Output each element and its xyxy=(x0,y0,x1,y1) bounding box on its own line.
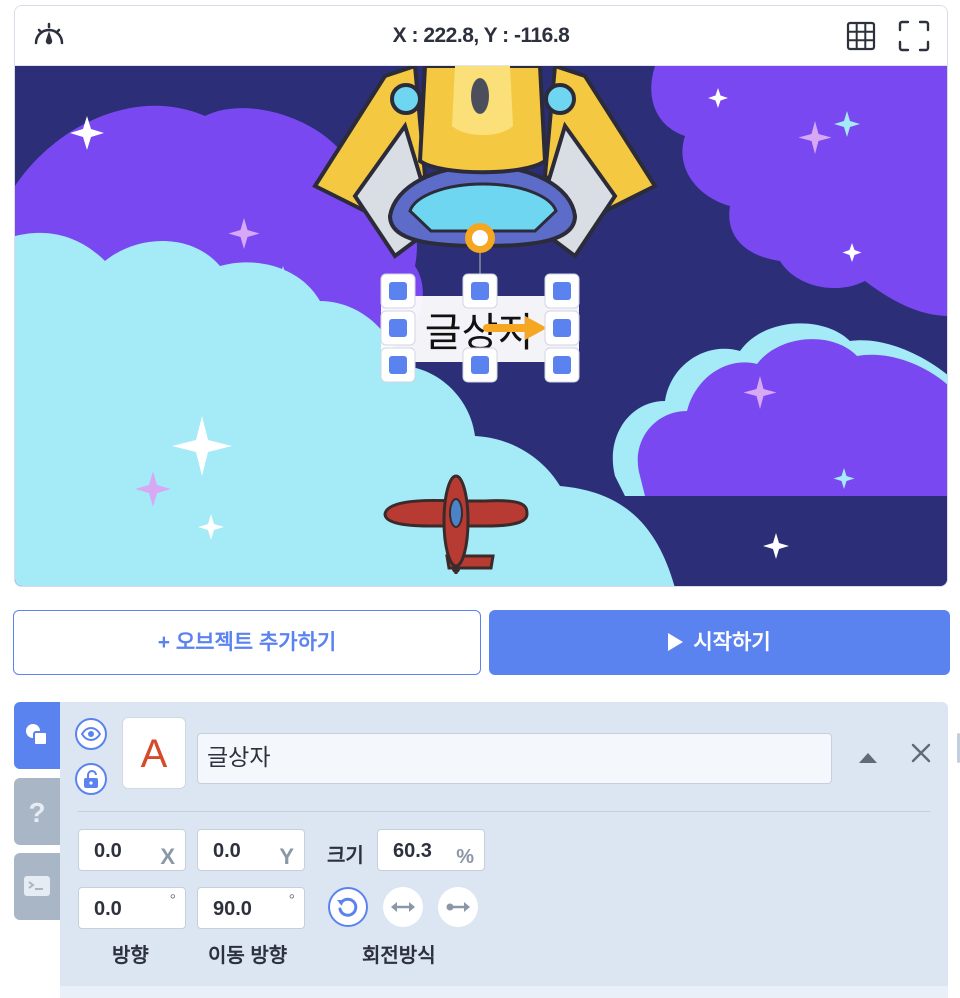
svg-text:?: ? xyxy=(28,797,45,827)
direction-degree: ° xyxy=(169,892,176,909)
tab-console[interactable] xyxy=(14,853,60,920)
rotate-icon xyxy=(337,897,358,917)
caret-up-icon[interactable] xyxy=(856,748,880,768)
visibility-toggle[interactable] xyxy=(75,718,107,750)
rotate-horizontal-button[interactable] xyxy=(383,887,423,927)
stage-canvas[interactable]: 글상자 xyxy=(15,66,947,586)
x-position-value: 0.0 xyxy=(94,840,122,862)
rotate-free-button[interactable] xyxy=(328,887,368,927)
start-button[interactable]: 시작하기 xyxy=(489,610,950,675)
horizontal-flip-icon xyxy=(391,902,415,912)
y-position-value: 0.0 xyxy=(213,840,241,862)
fullscreen-icon[interactable] xyxy=(897,19,931,53)
y-unit: Y xyxy=(279,844,294,869)
terminal-icon xyxy=(24,876,50,896)
pointer-coordinates: X : 222.8, Y : -116.8 xyxy=(392,24,570,47)
divider xyxy=(78,811,930,812)
stage-header: X : 222.8, Y : -116.8 xyxy=(15,6,947,66)
play-icon xyxy=(668,633,684,651)
question-icon: ? xyxy=(28,797,45,827)
tab-help[interactable]: ? xyxy=(14,778,60,845)
shapes-icon xyxy=(26,724,48,746)
direction-field[interactable]: 0.0 ° xyxy=(78,887,186,929)
lock-toggle[interactable] xyxy=(75,763,107,795)
rotation-mode-label: 회전방식 xyxy=(362,945,436,967)
no-rotate-icon xyxy=(446,902,470,912)
move-direction-field[interactable]: 90.0 ° xyxy=(197,887,305,929)
eye-icon xyxy=(81,726,101,742)
start-button-label: 시작하기 xyxy=(693,631,771,654)
size-label: 크기 xyxy=(327,845,364,867)
object-thumbnail: A xyxy=(122,717,186,789)
grid-icon[interactable] xyxy=(845,20,877,52)
direction-label: 방향 xyxy=(112,945,149,967)
size-unit: % xyxy=(456,846,474,868)
x-position-field[interactable]: 0.0 X xyxy=(78,829,186,871)
size-value: 60.3 xyxy=(393,840,432,862)
thumbnail-letter: A xyxy=(140,732,168,776)
y-position-field[interactable]: 0.0 Y xyxy=(197,829,305,871)
stage-frame: X : 222.8, Y : -116.8 글상자 xyxy=(14,5,948,587)
rotate-none-button[interactable] xyxy=(438,887,478,927)
tab-object[interactable] xyxy=(14,702,60,769)
move-direction-value: 90.0 xyxy=(213,898,252,920)
move-direction-degree: ° xyxy=(288,892,295,909)
add-object-button[interactable]: + 오브젝트 추가하기 xyxy=(13,610,481,675)
panel-bottom-strip xyxy=(60,986,948,998)
x-unit: X xyxy=(160,844,175,869)
close-icon[interactable] xyxy=(910,742,932,764)
object-name-input[interactable]: 글상자 xyxy=(197,733,832,784)
move-direction-label: 이동 방향 xyxy=(208,945,288,967)
direction-value: 0.0 xyxy=(94,898,122,920)
object-panel: A 글상자 0.0 X 0.0 Y 크기 60.3 % 0.0 ° 90.0 ° xyxy=(60,702,948,998)
unlock-icon xyxy=(84,770,98,788)
size-field[interactable]: 60.3 % xyxy=(377,829,485,871)
